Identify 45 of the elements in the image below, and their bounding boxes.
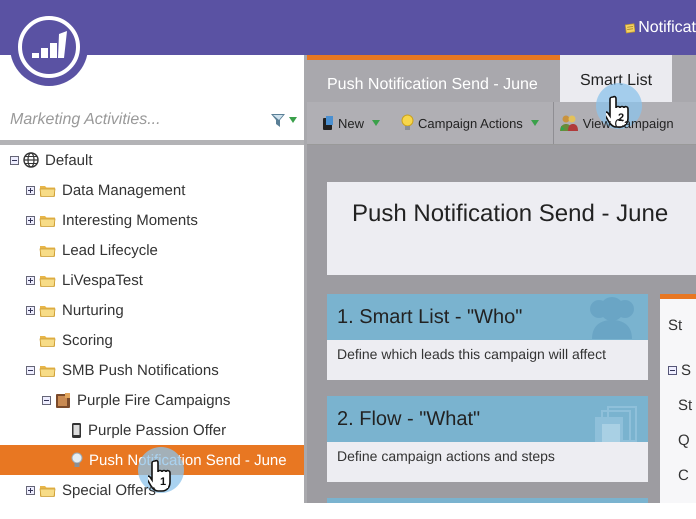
caret-icon (289, 117, 297, 123)
folder-icon (39, 333, 56, 347)
tree-item[interactable]: Default (0, 145, 97, 175)
note-icon (625, 20, 636, 34)
tree-item[interactable]: Purple Passion Offer (0, 415, 230, 445)
people-icon (558, 114, 579, 132)
folder-icon (39, 273, 56, 287)
menu-button[interactable]: Campaign Actions (386, 102, 545, 144)
tree-item[interactable]: LiVespaTest (0, 265, 147, 295)
menu-button[interactable]: New (307, 102, 386, 144)
card-header[interactable]: 2. Flow - "What" (327, 396, 648, 442)
campaign-title: Push Notification Send - June (327, 182, 696, 275)
notifications-link[interactable]: Notificat (638, 18, 696, 36)
tree-item[interactable]: Interesting Moments (0, 205, 202, 235)
step-number: 1 (158, 476, 168, 488)
folder-icon (39, 243, 56, 257)
globe-icon (23, 152, 39, 168)
tree-item[interactable]: Lead Lifecycle (0, 235, 162, 265)
book-icon (322, 115, 334, 131)
folder-icon (39, 483, 56, 497)
tree-item[interactable]: Special Offers (0, 475, 160, 503)
field-label: Q (678, 432, 690, 449)
card-header[interactable]: 1. Smart List - "Who" (327, 294, 648, 340)
program-icon (55, 392, 71, 408)
panel-title: St (668, 317, 682, 334)
field-label: St (678, 397, 692, 414)
folder-icon (39, 363, 56, 377)
card-description: Define which leads this campaign will affect (327, 340, 648, 380)
tree-item[interactable]: SMB Push Notifications (0, 355, 223, 385)
folder-icon (39, 183, 56, 197)
folder-icon (39, 303, 56, 317)
filter-icon (270, 112, 286, 128)
stacked-squares-icon (594, 406, 638, 442)
field-label: C (678, 467, 689, 484)
light-bulb-icon (401, 114, 414, 132)
tree-item[interactable]: Data Management (0, 175, 190, 205)
tree-item[interactable]: Nurturing (0, 295, 128, 325)
card-description: Define campaign actions and steps (327, 442, 648, 482)
tree-item[interactable]: Purple Fire Campaigns (0, 385, 234, 415)
search-field[interactable]: Marketing Activities... (10, 111, 230, 129)
light-bulb-icon (71, 452, 83, 468)
section-label: S (681, 362, 692, 379)
folder-icon (39, 213, 56, 227)
mobile-phone-icon (71, 422, 82, 438)
tree-item[interactable]: Scoring (0, 325, 117, 355)
